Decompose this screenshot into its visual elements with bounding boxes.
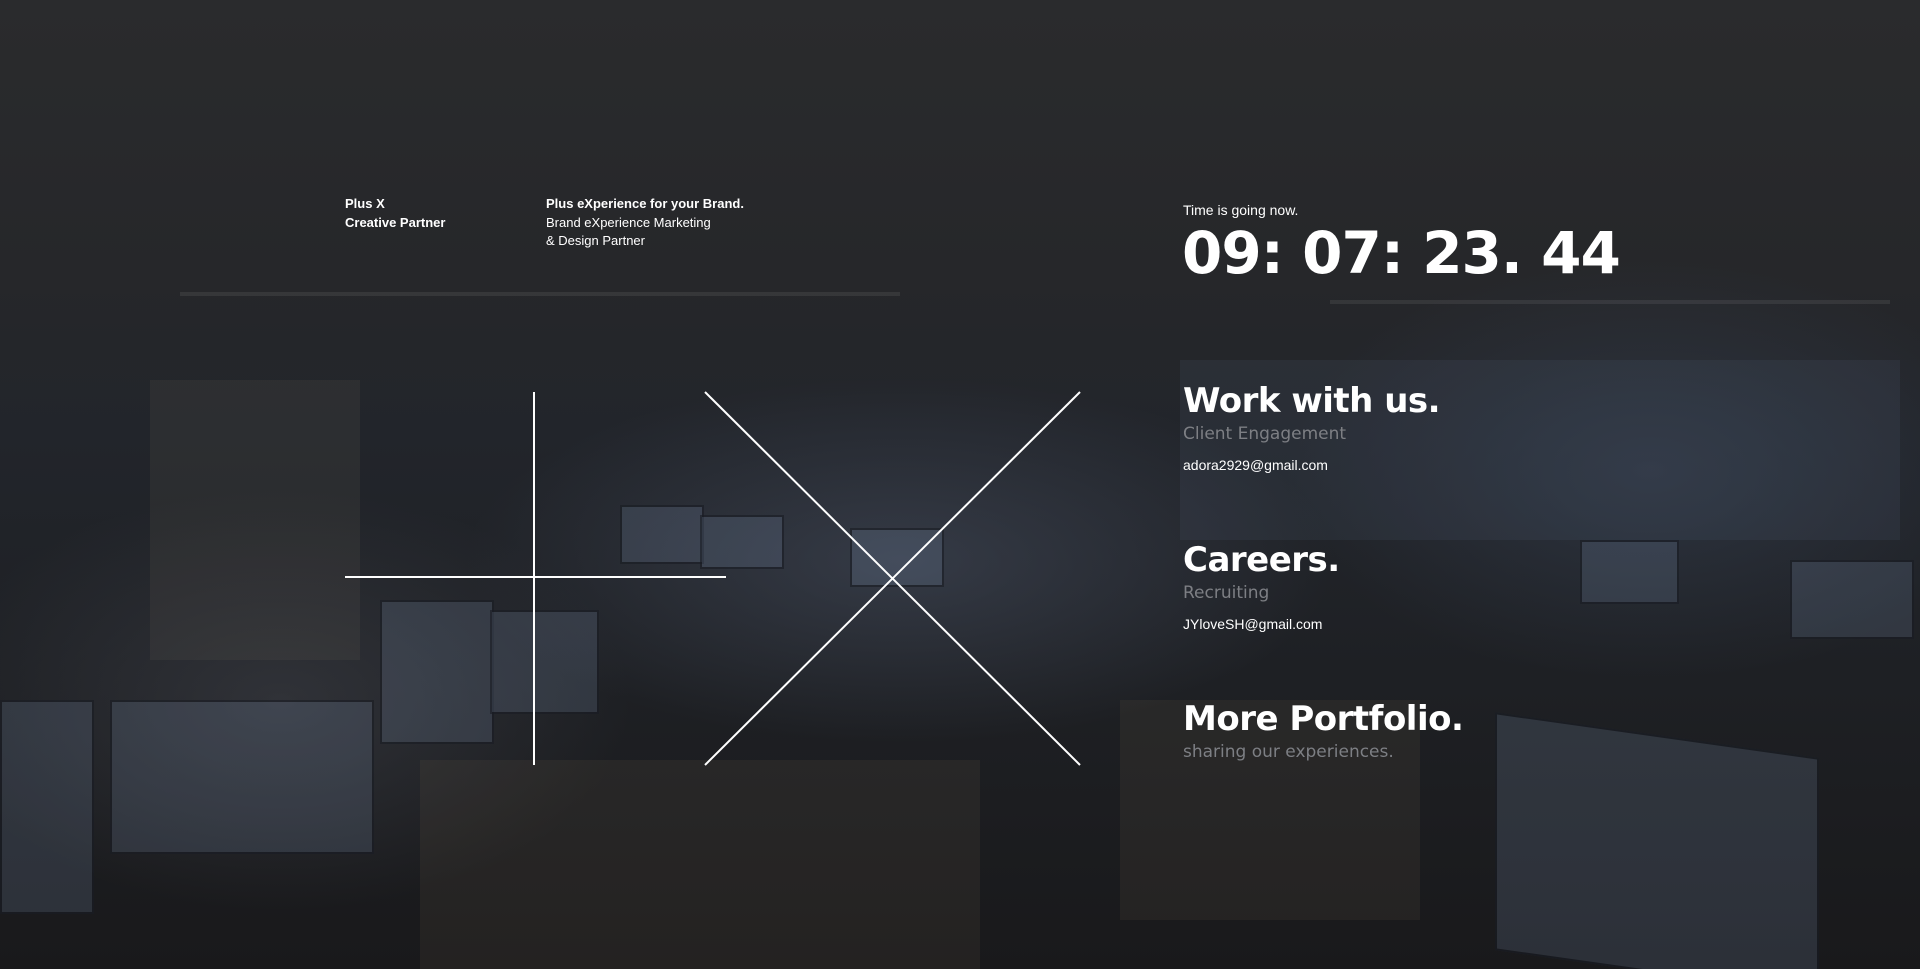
plus-x-logo — [345, 391, 1081, 766]
work-with-us-link[interactable]: Work with us. — [1183, 381, 1441, 421]
careers-link[interactable]: Careers. — [1183, 540, 1340, 580]
background-photo: Plus X Creative Partner Plus eXperience … — [0, 0, 1920, 969]
portfolio-subtitle: sharing our experiences. — [1183, 742, 1394, 762]
clock-time: 09: 07: 23. 44 — [1182, 219, 1621, 287]
careers-email-link[interactable]: JYloveSH@gmail.com — [1183, 616, 1322, 632]
work-email-link[interactable]: adora2929@gmail.com — [1183, 457, 1328, 473]
careers-subtitle: Recruiting — [1183, 583, 1270, 603]
work-subtitle: Client Engagement — [1183, 424, 1347, 444]
more-portfolio-link[interactable]: More Portfolio. — [1183, 699, 1464, 739]
